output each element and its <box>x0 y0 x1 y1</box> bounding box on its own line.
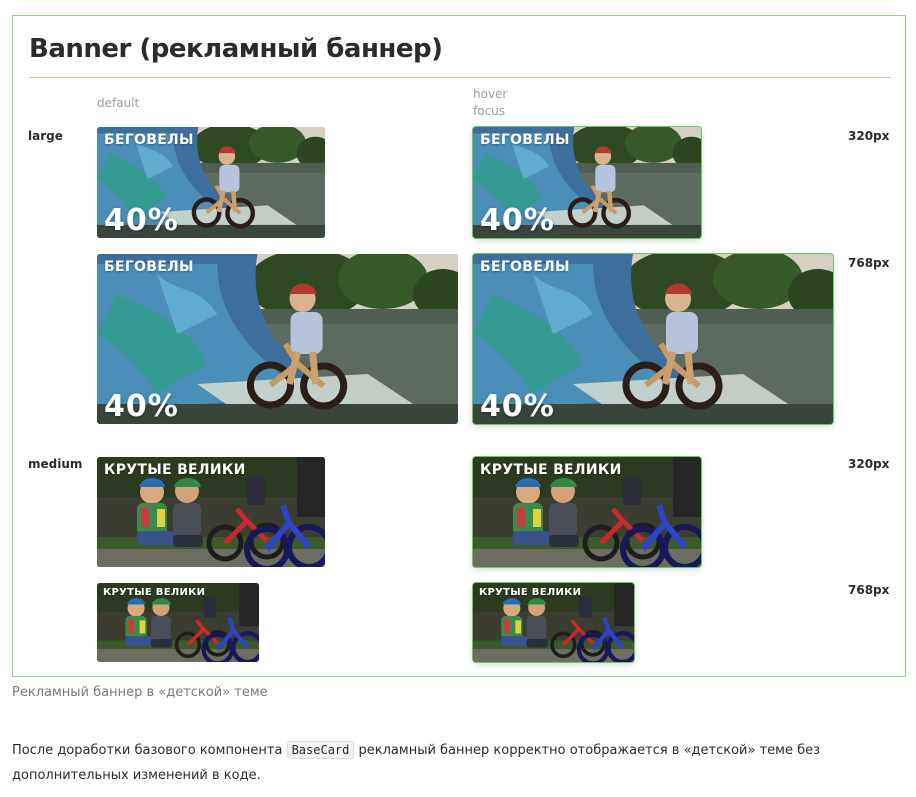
banner-headline: КРУТЫЕ ВЕЛИКИ <box>479 587 582 598</box>
inline-code-basecard: BaseCard <box>286 741 355 759</box>
description-text-before: После доработки базового компонента <box>12 743 287 758</box>
state-label-hover: hover <box>473 87 508 101</box>
banner-medium-768-hover[interactable]: КРУТЫЕ ВЕЛИКИ <box>472 582 635 663</box>
banner-medium-768-default[interactable]: КРУТЫЕ ВЕЛИКИ <box>97 583 259 662</box>
page-title: Banner (рекламный баннер) <box>29 34 443 64</box>
banner-large-320-hover[interactable]: БЕГОВЕЛЫ 40% <box>472 126 702 239</box>
banner-showcase-frame: Banner (рекламный баннер) default hover … <box>12 15 906 677</box>
banner-headline: КРУТЫЕ ВЕЛИКИ <box>480 462 622 478</box>
width-label-768-medium: 768px <box>848 583 890 597</box>
banner-discount: 40% <box>104 389 179 424</box>
width-label-320-medium: 320px <box>848 457 890 471</box>
banner-discount: 40% <box>104 203 179 238</box>
banner-headline: БЕГОВЕЛЫ <box>480 259 570 275</box>
size-label-medium: medium <box>28 457 83 471</box>
banner-medium-320-default[interactable]: КРУТЫЕ ВЕЛИКИ <box>97 457 325 567</box>
width-label-768-large: 768px <box>848 256 890 270</box>
banner-discount: 40% <box>480 203 555 238</box>
state-label-focus: focus <box>473 104 506 118</box>
width-label-320-large: 320px <box>848 129 890 143</box>
description-paragraph: После доработки базового компонента Base… <box>12 738 902 788</box>
figure-caption: Рекламный баннер в «детской» теме <box>12 685 268 700</box>
banner-large-768-default[interactable]: БЕГОВЕЛЫ 40% <box>97 254 458 424</box>
banner-headline: БЕГОВЕЛЫ <box>480 132 570 148</box>
banner-headline: КРУТЫЕ ВЕЛИКИ <box>103 587 206 598</box>
banner-large-320-default[interactable]: БЕГОВЕЛЫ 40% <box>97 127 325 238</box>
size-label-large: large <box>28 129 63 143</box>
banner-discount: 40% <box>480 389 555 424</box>
banner-headline: КРУТЫЕ ВЕЛИКИ <box>104 462 246 478</box>
banner-medium-320-hover[interactable]: КРУТЫЕ ВЕЛИКИ <box>472 456 702 568</box>
banner-large-768-hover[interactable]: БЕГОВЕЛЫ 40% <box>472 253 834 425</box>
state-label-default: default <box>97 96 140 110</box>
title-divider <box>29 77 891 78</box>
banner-headline: БЕГОВЕЛЫ <box>104 259 194 275</box>
banner-headline: БЕГОВЕЛЫ <box>104 132 194 148</box>
